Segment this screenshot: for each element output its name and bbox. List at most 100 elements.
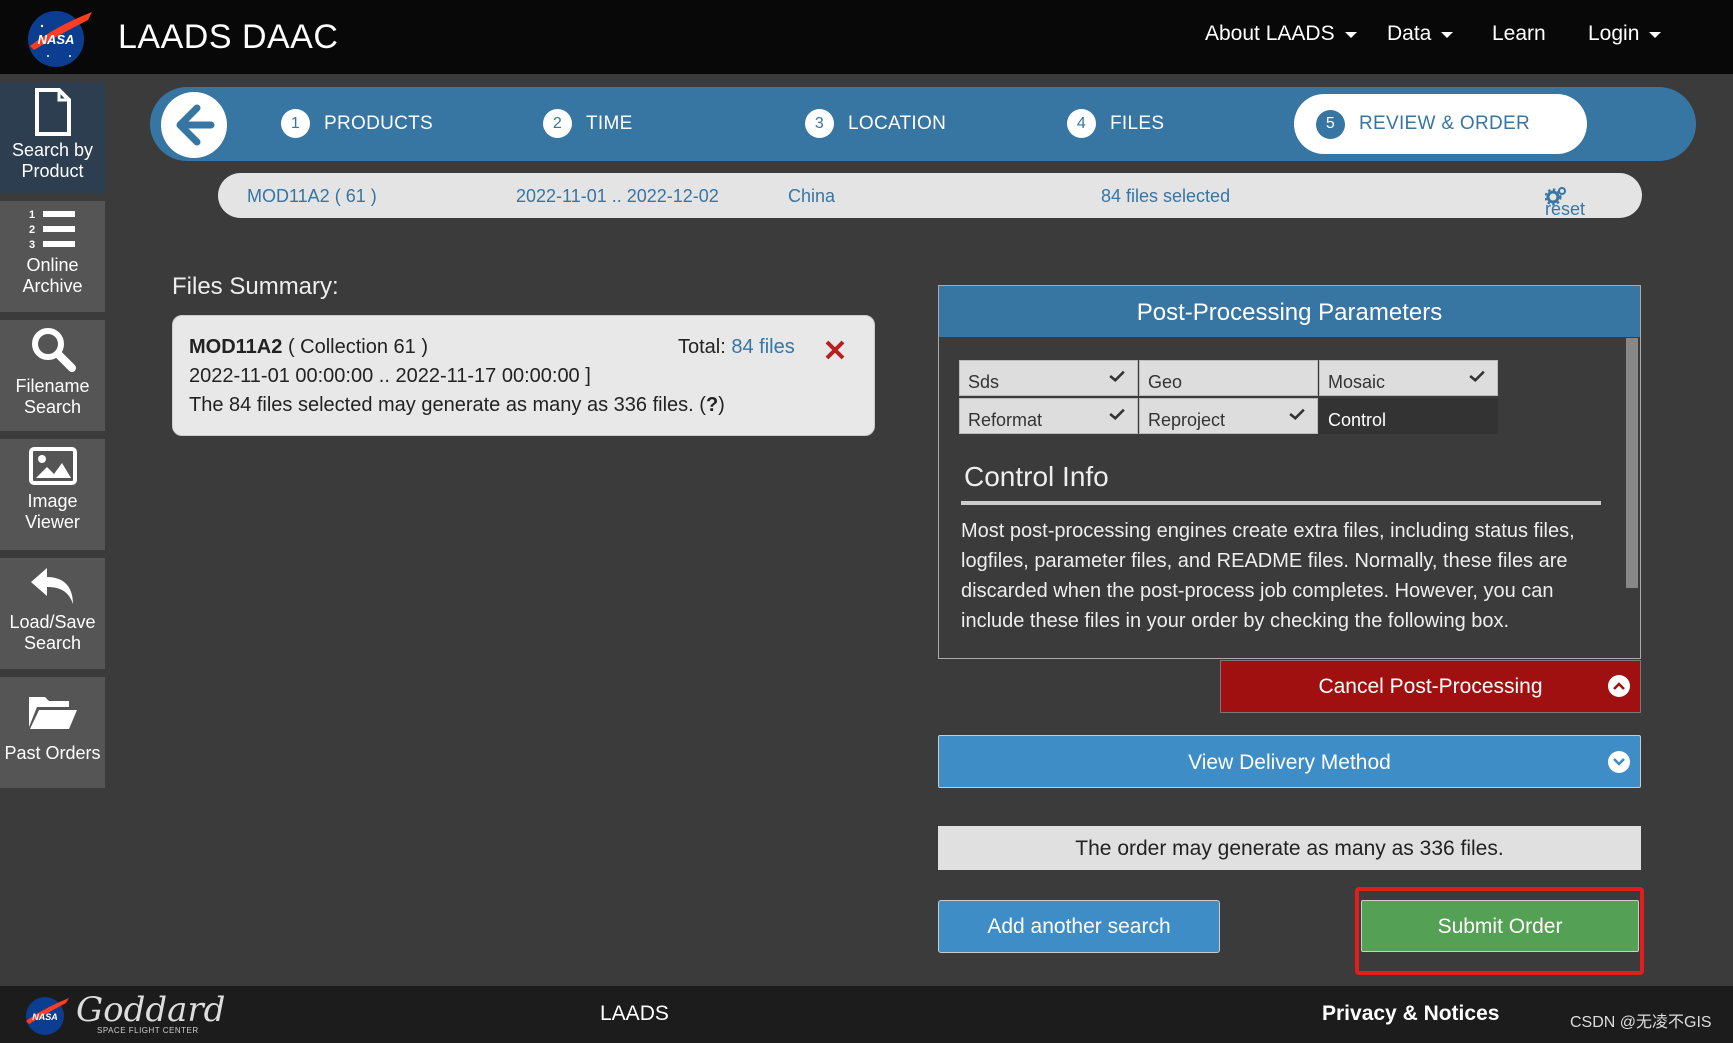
post-processing-panel: Post-Processing Parameters Sds Geo Mosai… — [938, 285, 1641, 659]
view-delivery-method-button[interactable]: View Delivery Method — [938, 735, 1641, 788]
step-number: 3 — [805, 109, 834, 138]
step-review-order[interactable]: 5 REVIEW & ORDER — [1294, 94, 1587, 154]
footer-laads-link[interactable]: LAADS — [600, 1002, 669, 1026]
back-button[interactable] — [161, 92, 227, 158]
tab-label: Geo — [1148, 372, 1183, 392]
sidebar-label: Online — [26, 255, 79, 275]
footer-privacy-link[interactable]: Privacy & Notices — [1322, 1002, 1499, 1026]
arrow-left-icon — [176, 104, 215, 146]
nav-about-laads-label: About LAADS — [1205, 22, 1335, 45]
post-processing-body: Sds Geo Mosaic Reformat Reproject Contro… — [939, 338, 1624, 658]
step-location[interactable]: 3 LOCATION — [805, 109, 946, 138]
cancel-post-processing-button[interactable]: Cancel Post-Processing — [1220, 660, 1641, 713]
undo-arrow-icon — [30, 568, 73, 604]
sidebar-item-search-by-product[interactable]: Search by Product — [0, 82, 105, 193]
parameter-tabs: Sds Geo Mosaic Reformat Reproject Contro… — [959, 360, 1500, 434]
step-label: TIME — [586, 112, 633, 134]
step-number: 4 — [1067, 109, 1096, 138]
nasa-logo[interactable]: NASA — [24, 994, 70, 1036]
sidebar-item-filename-search[interactable]: Filename Search — [0, 320, 105, 431]
watermark-credit: CSDN @无凌不GIS — [1570, 1014, 1712, 1031]
chevron-down-icon — [1344, 32, 1357, 38]
svg-text:3: 3 — [29, 239, 35, 251]
check-icon — [1109, 370, 1125, 382]
step-label: REVIEW & ORDER — [1359, 113, 1530, 134]
files-summary-title: Files Summary: — [172, 273, 339, 300]
tab-label: Mosaic — [1328, 372, 1386, 392]
sidebar-item-online-archive[interactable]: 1 2 3 Online Archive — [0, 201, 105, 312]
nav-login-label: Login — [1588, 22, 1640, 45]
tab-label: Reproject — [1148, 410, 1226, 430]
app-title[interactable]: LAADS DAAC — [118, 18, 338, 57]
remove-product-button[interactable] — [824, 333, 846, 368]
reset-label: reset — [1545, 199, 1586, 219]
order-stepper: 1 PRODUCTS 2 TIME 3 LOCATION 4 FILES 5 R… — [150, 87, 1696, 161]
summary-location[interactable]: China — [788, 186, 835, 207]
sidebar-item-past-orders[interactable]: Past Orders — [0, 677, 105, 788]
sidebar-item-load-save-search[interactable]: Load/Save Search — [0, 558, 105, 669]
step-label: PRODUCTS — [324, 112, 434, 134]
check-icon — [1109, 408, 1125, 420]
close-icon — [825, 340, 845, 360]
sidebar-label: Search by — [11, 140, 94, 160]
control-info-text: Most post-processing engines create extr… — [961, 520, 1575, 632]
nav-about-laads[interactable]: About LAADS — [1205, 22, 1357, 46]
tab-reproject[interactable]: Reproject — [1139, 398, 1318, 434]
nav-data[interactable]: Data — [1387, 22, 1454, 46]
footer: NASA Goddard SPACE FLIGHT CENTER LAADS P… — [0, 986, 1733, 1043]
summary-product[interactable]: MOD11A2 ( 61 ) — [247, 186, 377, 207]
tab-geo[interactable]: Geo — [1139, 360, 1318, 396]
nasa-logo[interactable]: NASA — [26, 6, 94, 68]
sidebar-label: Past Orders — [4, 743, 101, 763]
add-another-search-button[interactable]: Add another search — [938, 900, 1220, 953]
tab-reformat[interactable]: Reformat — [959, 398, 1138, 434]
help-icon[interactable]: ? — [706, 394, 718, 416]
chevron-down-icon — [1649, 32, 1662, 38]
svg-text:NASA: NASA — [32, 1012, 58, 1022]
tab-label: Sds — [968, 372, 1000, 392]
check-icon — [1289, 408, 1305, 420]
reset-button[interactable]: reset — [1545, 186, 1585, 219]
step-label: LOCATION — [848, 112, 947, 134]
nav-learn[interactable]: Learn — [1492, 22, 1546, 46]
chevron-up-circle-icon — [1608, 675, 1630, 697]
step-number: 1 — [281, 109, 310, 138]
svg-text:2: 2 — [29, 224, 35, 236]
tab-control[interactable]: Control — [1319, 398, 1498, 434]
nav-login[interactable]: Login — [1588, 22, 1662, 46]
cancel-post-processing-label: Cancel Post-Processing — [1318, 675, 1543, 698]
goddard-logo[interactable]: Goddard — [76, 990, 225, 1030]
step-files[interactable]: 4 FILES — [1067, 109, 1164, 138]
numbered-list-icon: 1 2 3 — [29, 209, 75, 251]
scrollbar-thumb[interactable] — [1626, 338, 1638, 588]
total-files: Total: 84 files — [678, 336, 795, 359]
view-delivery-method-label: View Delivery Method — [1188, 751, 1391, 774]
sidebar-label: Product — [21, 161, 84, 181]
nav-learn-label: Learn — [1492, 22, 1546, 45]
post-processing-title: Post-Processing Parameters — [939, 286, 1640, 337]
summary-files[interactable]: 84 files selected — [1101, 186, 1230, 207]
summary-time[interactable]: 2022-11-01 .. 2022-12-02 — [516, 186, 719, 207]
generate-note-text: The 84 files selected may generate as ma… — [189, 394, 706, 416]
sidebar-label: Filename — [15, 376, 90, 396]
date-range: 2022-11-01 00:00:00 .. 2022-11-17 00:00:… — [189, 365, 591, 387]
tab-mosaic[interactable]: Mosaic — [1319, 360, 1498, 396]
total-files-link[interactable]: 84 files — [731, 336, 794, 358]
tab-label: Reformat — [968, 410, 1043, 430]
top-navbar: NASA LAADS DAAC About LAADS Data Learn L… — [0, 0, 1733, 74]
divider — [961, 501, 1601, 505]
tab-sds[interactable]: Sds — [959, 360, 1138, 396]
step-products[interactable]: 1 PRODUCTS — [281, 109, 433, 138]
search-icon — [31, 328, 76, 372]
generate-note-end: ) — [718, 394, 725, 416]
panel-scrollbar[interactable] — [1624, 338, 1640, 658]
sidebar-label: Load/Save — [9, 612, 96, 632]
submit-order-button[interactable]: Submit Order — [1361, 900, 1639, 952]
nav-data-label: Data — [1387, 22, 1432, 45]
step-time[interactable]: 2 TIME — [543, 109, 633, 138]
selection-summary-strip: MOD11A2 ( 61 ) 2022-11-01 .. 2022-12-02 … — [218, 173, 1642, 219]
goddard-logo-subtitle: SPACE FLIGHT CENTER — [97, 1026, 199, 1035]
sidebar-item-image-viewer[interactable]: Image Viewer — [0, 439, 105, 550]
sidebar-label: Search — [23, 397, 82, 417]
folder-open-icon — [28, 697, 77, 729]
